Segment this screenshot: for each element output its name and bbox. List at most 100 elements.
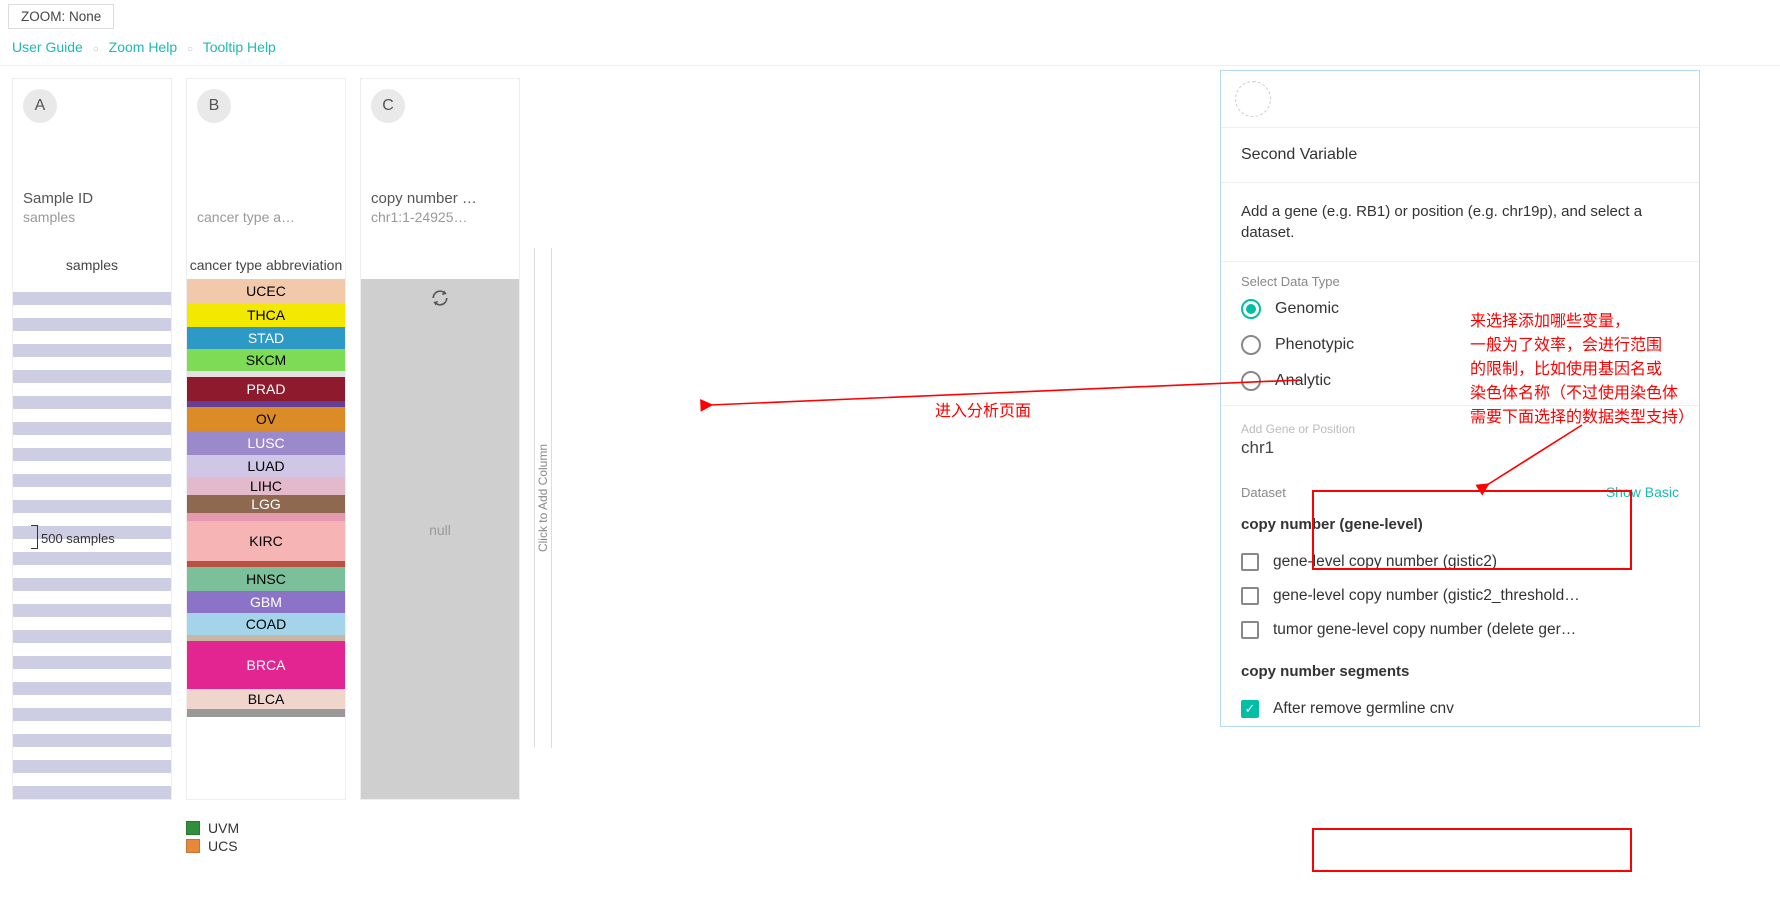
stripe [13, 695, 171, 708]
stripe [13, 682, 171, 695]
stripe [13, 591, 171, 604]
legend-item: UVM [186, 820, 1780, 836]
stripe [13, 552, 171, 565]
null-text: null [429, 522, 451, 538]
stripe [13, 331, 171, 344]
column-badge-c: C [371, 89, 405, 123]
cancer-row: OV [187, 407, 345, 431]
link-user-guide[interactable]: User Guide [12, 39, 83, 55]
dataset-checkbox[interactable]: gene-level copy number (gistic2_threshol… [1221, 579, 1699, 613]
radio-analytic[interactable]: Analytic [1241, 371, 1679, 391]
stripe [13, 721, 171, 734]
column-a-header: samples [13, 229, 171, 279]
dataset-group-1-title: copy number (gene-level) [1221, 510, 1699, 545]
panel-instruction: Add a gene (e.g. RB1) or position (e.g. … [1221, 183, 1699, 262]
stripe [13, 435, 171, 448]
add-column-button[interactable]: Click to Add Column [534, 248, 552, 748]
cancer-row: GBM [187, 591, 345, 613]
stripe [13, 578, 171, 591]
variable-panel: Second Variable Add a gene (e.g. RB1) or… [1220, 70, 1700, 727]
radio-genomic[interactable]: Genomic [1241, 299, 1679, 319]
cancer-row: THCA [187, 303, 345, 327]
cancer-row: HNSC [187, 567, 345, 591]
stripe [13, 487, 171, 500]
stripe [13, 786, 171, 799]
column-badge-a: A [23, 89, 57, 123]
link-tooltip-help[interactable]: Tooltip Help [203, 39, 276, 55]
stripe [13, 383, 171, 396]
cancer-row: LUAD [187, 455, 345, 477]
stripe [13, 292, 171, 305]
stripe [13, 461, 171, 474]
stripe [13, 656, 171, 669]
stripe [13, 565, 171, 578]
stripe [13, 396, 171, 409]
cancer-row [187, 709, 345, 717]
null-column: null [361, 279, 519, 799]
column-b[interactable]: B cancer type a… cancer type abbreviatio… [186, 78, 346, 800]
stripe [13, 474, 171, 487]
checkbox-icon: ✓ [1241, 700, 1259, 718]
help-links: User Guide ○ Zoom Help ○ Tooltip Help [0, 29, 1780, 66]
cancer-row: STAD [187, 327, 345, 349]
checkbox-icon [1241, 621, 1259, 639]
zoom-indicator: ZOOM: None [8, 4, 114, 29]
stripe [13, 617, 171, 630]
legend-swatch [186, 821, 200, 835]
stripe [13, 344, 171, 357]
radio-phenotypic[interactable]: Phenotypic [1241, 335, 1679, 355]
cancer-row: SKCM [187, 349, 345, 371]
stripe [13, 318, 171, 331]
stripe [13, 305, 171, 318]
column-b-subtitle: cancer type a… [197, 209, 335, 225]
stripe [13, 669, 171, 682]
gene-position-field[interactable]: Add Gene or Position chr1 [1221, 406, 1699, 478]
cancer-row: LUSC [187, 431, 345, 455]
stripe [13, 448, 171, 461]
stripe [13, 747, 171, 760]
column-b-header: cancer type abbreviation [187, 229, 345, 279]
stripe [13, 500, 171, 513]
legend: UVM UCS [186, 820, 1780, 854]
stripe [13, 734, 171, 747]
panel-title: Second Variable [1221, 128, 1699, 183]
reload-icon[interactable] [431, 289, 449, 312]
cancer-row [187, 513, 345, 521]
dataset-label: Dataset [1241, 485, 1286, 500]
stripe [13, 357, 171, 370]
stripe [13, 760, 171, 773]
column-badge-b: B [197, 89, 231, 123]
stripe [13, 630, 171, 643]
sample-stripes: 500 samples [13, 279, 171, 799]
stripe [13, 422, 171, 435]
column-a-title: Sample ID [23, 190, 161, 207]
column-a[interactable]: A Sample ID samples samples 500 samples [12, 78, 172, 800]
stripe [13, 708, 171, 721]
stripe [13, 773, 171, 786]
sample-count-label: 500 samples [41, 531, 115, 546]
dataset-checkbox[interactable]: tumor gene-level copy number (delete ger… [1221, 613, 1699, 647]
show-basic-link[interactable]: Show Basic [1606, 484, 1679, 500]
stripe [13, 643, 171, 656]
dataset-checkbox[interactable]: ✓After remove germline cnv [1221, 692, 1699, 726]
cancer-row: LGG [187, 495, 345, 513]
cancer-type-column: UCECTHCASTADSKCMPRADOVLUSCLUADLIHCLGGKIR… [187, 279, 345, 799]
column-c-title: copy number … [371, 190, 509, 207]
column-a-subtitle: samples [23, 209, 161, 225]
cancer-row: UCEC [187, 279, 345, 303]
link-zoom-help[interactable]: Zoom Help [109, 39, 177, 55]
column-c[interactable]: C copy number … chr1:1-24925… null [360, 78, 520, 800]
stripe [13, 409, 171, 422]
cancer-row: PRAD [187, 377, 345, 401]
cancer-row: LIHC [187, 477, 345, 495]
cancer-row: COAD [187, 613, 345, 635]
dataset-group-2-title: copy number segments [1221, 657, 1699, 692]
checkbox-icon [1241, 553, 1259, 571]
dataset-checkbox[interactable]: gene-level copy number (gistic2) [1221, 545, 1699, 579]
legend-item: UCS [186, 838, 1780, 854]
cancer-row: BRCA [187, 641, 345, 689]
stripe [13, 279, 171, 292]
legend-label: UCS [208, 838, 238, 854]
column-c-subtitle: chr1:1-24925… [371, 209, 509, 225]
legend-label: UVM [208, 820, 239, 836]
